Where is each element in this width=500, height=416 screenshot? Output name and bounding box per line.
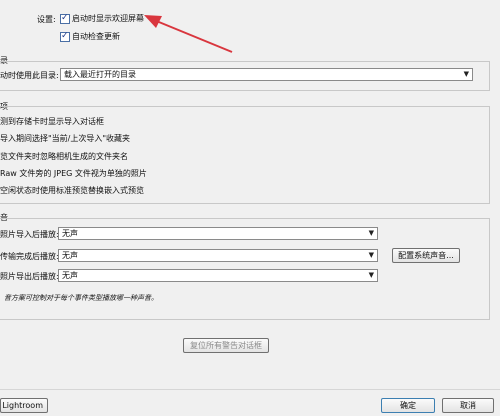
import-option-3[interactable]: Raw 文件旁的 JPEG 文件视为单独的照片 bbox=[0, 168, 147, 179]
show-welcome-checkbox[interactable]: ✓ 启动时显示欢迎屏幕 bbox=[60, 13, 144, 24]
sound-scheme-note: 音方案可控制对于每个事件类型播放哪一种声音。 bbox=[4, 294, 158, 302]
footer-divider bbox=[0, 389, 500, 390]
configure-system-sounds-button[interactable]: 配置系统声音... bbox=[392, 248, 460, 263]
catalog-select[interactable]: 载入最近打开的目录 ▼ bbox=[60, 68, 473, 81]
sound-transfer-select[interactable]: 无声 ▼ bbox=[58, 249, 378, 262]
checkbox-checked-icon: ✓ bbox=[60, 30, 70, 42]
catalog-select-value: 载入最近打开的目录 bbox=[64, 70, 136, 79]
sound-transfer-label: 传输完成后播放: bbox=[0, 252, 59, 261]
sound-transfer-value: 无声 bbox=[62, 251, 78, 260]
auto-update-checkbox[interactable]: ✓ 自动检查更新 bbox=[60, 31, 120, 42]
lightroom-button[interactable]: Lightroom bbox=[0, 398, 48, 413]
auto-update-label: 自动检查更新 bbox=[72, 32, 120, 41]
sound-export-value: 无声 bbox=[62, 271, 78, 280]
sound-import-value: 无声 bbox=[62, 229, 78, 238]
sound-import-label: 照片导入后播放: bbox=[0, 230, 59, 239]
sound-import-select[interactable]: 无声 ▼ bbox=[58, 227, 378, 240]
import-option-0[interactable]: 测到存储卡时显示导入对话框 bbox=[0, 116, 104, 127]
red-arrow-annotation bbox=[144, 15, 233, 53]
import-option-2[interactable]: 览文件夹时忽略相机生成的文件夹名 bbox=[0, 151, 128, 162]
settings-label: 设置: bbox=[37, 15, 56, 24]
ok-button[interactable]: 确定 bbox=[381, 398, 435, 413]
dropdown-arrow-icon: ▼ bbox=[368, 271, 374, 279]
dropdown-arrow-icon: ▼ bbox=[463, 70, 469, 78]
import-option-1[interactable]: 导入期间选择"当前/上次导入"收藏夹 bbox=[0, 133, 130, 144]
show-welcome-label: 启动时显示欢迎屏幕 bbox=[72, 14, 144, 23]
catalog-label: 动时使用此目录: bbox=[0, 71, 59, 80]
sound-export-select[interactable]: 无声 ▼ bbox=[58, 269, 378, 282]
import-option-4[interactable]: 空闲状态时使用标准预览替换嵌入式预览 bbox=[0, 185, 144, 196]
dropdown-arrow-icon: ▼ bbox=[368, 251, 374, 259]
sound-export-label: 照片导出后播放: bbox=[0, 272, 59, 281]
checkbox-checked-icon: ✓ bbox=[60, 12, 70, 24]
reset-warnings-button[interactable]: 复位所有警告对话框 bbox=[183, 338, 269, 353]
dropdown-arrow-icon: ▼ bbox=[368, 229, 374, 237]
cancel-button[interactable]: 取消 bbox=[442, 398, 494, 413]
